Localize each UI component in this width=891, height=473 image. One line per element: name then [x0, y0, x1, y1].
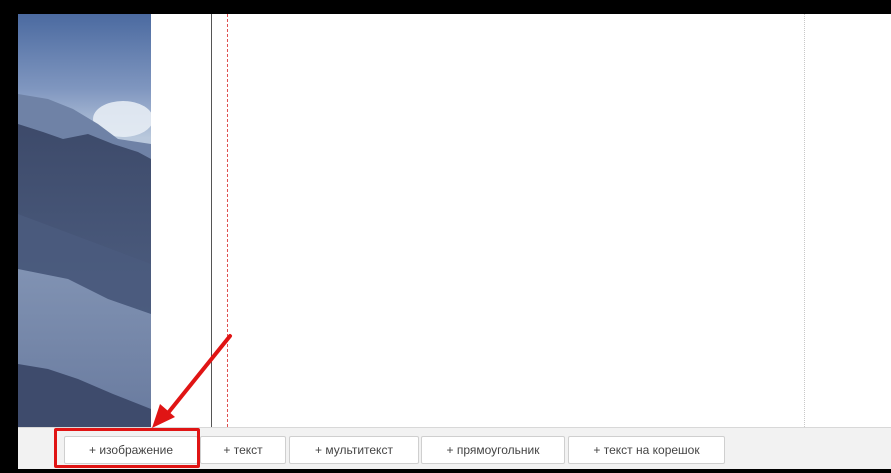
add-text-button[interactable]: + текст	[200, 436, 286, 464]
add-multitext-button[interactable]: + мультитекст	[289, 436, 419, 464]
bleed-guide-line	[227, 14, 228, 427]
page-edge-guide	[804, 14, 805, 427]
spine-guide-line	[211, 14, 212, 427]
add-rectangle-button[interactable]: + прямоугольник	[421, 436, 565, 464]
add-spine-text-button[interactable]: + текст на корешок	[568, 436, 725, 464]
cover-image-mountains[interactable]	[18, 14, 151, 427]
highlight-box	[54, 428, 200, 468]
